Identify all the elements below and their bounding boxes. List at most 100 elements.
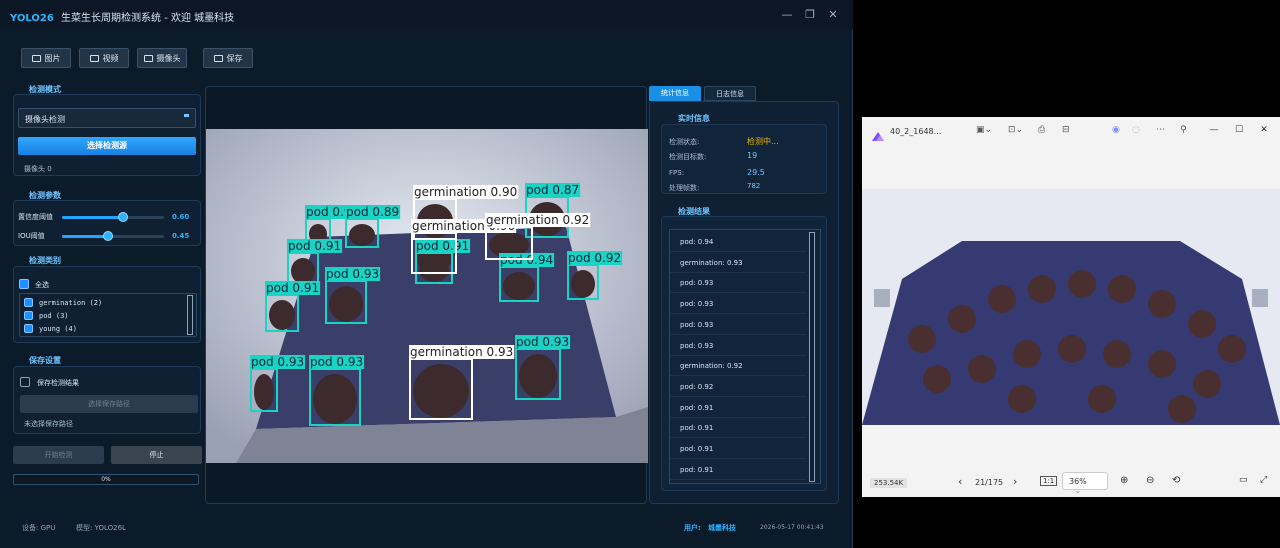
viewer-pod — [1108, 275, 1136, 303]
result-item[interactable]: pod: 0.91 — [670, 397, 806, 418]
iou-value: 0.45 — [172, 232, 190, 240]
detection-label: pod 0.87 — [526, 183, 579, 197]
iou-slider-handle[interactable] — [103, 231, 113, 241]
class-checkbox-pod[interactable] — [24, 311, 33, 320]
pod-well — [269, 300, 295, 330]
rotate-icon[interactable]: ⊡⌄ — [1008, 125, 1023, 135]
viewer-pod — [1103, 340, 1131, 368]
result-item[interactable]: germination: 0.93 — [670, 252, 806, 273]
image-icon — [31, 54, 41, 62]
share-icon[interactable]: ⊟ — [1062, 125, 1070, 135]
viewer-close-icon[interactable]: ✕ — [1257, 125, 1271, 135]
save-button[interactable]: 保存 — [203, 48, 253, 68]
sync-icon[interactable]: ◌ — [1132, 125, 1140, 135]
results-scrollbar[interactable] — [809, 232, 815, 482]
save-results-checkbox[interactable] — [20, 377, 30, 387]
zoom-out-icon[interactable]: ⊖ — [1146, 475, 1154, 486]
conf-slider-handle[interactable] — [118, 212, 128, 222]
detection-label: pod 0.91 — [266, 281, 319, 295]
detection-app-window: YOLO26 生菜生长周期检测系统 - 欢迎 城墨科技 — ❐ ✕ 图片 视频 … — [0, 0, 853, 548]
detection-label: pod 0.93 — [310, 355, 363, 369]
classes-section-title: 检测类别 — [29, 256, 61, 265]
zoom-in-icon[interactable]: ⊕ — [1120, 475, 1128, 486]
tab-stats[interactable]: 统计信息 — [649, 86, 701, 101]
open-icon[interactable]: ▣⌄ — [976, 125, 992, 135]
fullscreen-icon[interactable]: ▭ — [1239, 475, 1248, 485]
class-checkbox-germination[interactable] — [24, 298, 33, 307]
result-item[interactable]: pod: 0.93 — [670, 335, 806, 356]
detection-label: pod 0.93 — [251, 355, 304, 369]
viewer-next-icon[interactable]: › — [1013, 475, 1017, 488]
class-label-young: young (4) — [39, 325, 77, 333]
image-viewer-window: 40_2_1648... ▣⌄ ⊡⌄ ⎙ ⊟ ◉ ◌ ⋯ ⚲ — ☐ ✕ 253… — [862, 117, 1280, 497]
result-item[interactable]: pod: 0.91 — [670, 459, 806, 480]
detection-label: pod 0.92 — [568, 251, 621, 265]
stop-button[interactable]: 停止 — [111, 446, 202, 464]
user-name: 城墨科技 — [708, 524, 736, 532]
save-results-label: 保存检测结果 — [37, 379, 79, 387]
mode-select[interactable]: 摄像头检测 — [18, 108, 196, 128]
progress-bar: 0% — [13, 474, 199, 485]
more-icon[interactable]: ⋯ — [1156, 125, 1165, 135]
result-item[interactable]: pod: 0.93 — [670, 272, 806, 294]
viewer-pod — [1088, 385, 1116, 413]
fit-icon[interactable]: 1:1 — [1040, 476, 1058, 486]
viewer-pod — [1008, 385, 1036, 413]
progress-text: 0% — [101, 476, 111, 483]
video-icon — [89, 54, 99, 62]
pod-well — [313, 374, 357, 424]
minimize-icon[interactable]: — — [780, 8, 794, 21]
chevron-down-icon: ⌄ — [1075, 487, 1081, 495]
start-detection-button[interactable]: 开始检测 — [13, 446, 104, 464]
class-checkbox-young[interactable] — [24, 324, 33, 333]
model-status: 模型: YOLO26L — [76, 524, 126, 532]
zoom-select[interactable]: 36% ⌄ — [1062, 472, 1108, 495]
pod-well — [329, 286, 363, 322]
select-source-button[interactable]: 选择检测源 — [18, 137, 196, 155]
user-label: 用户: — [684, 524, 701, 532]
image-button[interactable]: 图片 — [21, 48, 71, 68]
pod-well — [503, 272, 535, 300]
class-list-scrollbar[interactable] — [187, 295, 193, 335]
detection-label: germination 0.93 — [410, 345, 513, 359]
viewer-pod — [1013, 340, 1041, 368]
pod-well — [413, 364, 469, 418]
result-item[interactable]: germination: 0.92 — [670, 355, 806, 377]
result-item[interactable]: pod: 0.94 — [670, 231, 806, 252]
close-icon[interactable]: ✕ — [826, 8, 840, 21]
pin-icon[interactable]: ⚲ — [1180, 125, 1187, 135]
viewer-pod — [1168, 395, 1196, 423]
fps-value: 29.5 — [747, 168, 765, 177]
select-all-checkbox[interactable] — [19, 279, 29, 289]
save-path-button[interactable]: 选择保存路径 — [20, 395, 198, 413]
frames-label: 处理帧数: — [669, 184, 700, 192]
result-item[interactable]: pod: 0.93 — [670, 293, 806, 315]
viewer-minimize-icon[interactable]: — — [1207, 125, 1221, 135]
viewer-maximize-icon[interactable]: ☐ — [1232, 125, 1246, 135]
tab-log[interactable]: 日志信息 — [704, 86, 756, 101]
rotate-image-icon[interactable]: ⟲ — [1172, 475, 1180, 486]
maximize-icon[interactable]: ❐ — [803, 8, 817, 21]
result-item[interactable]: pod: 0.92 — [670, 376, 806, 397]
viewer-pod — [908, 325, 936, 353]
device-status: 设备: GPU — [22, 524, 56, 532]
pod-well — [519, 354, 557, 398]
chevron-down-icon — [184, 114, 189, 117]
result-item[interactable]: pod: 0.91 — [670, 417, 806, 439]
camera-button[interactable]: 摄像头 — [137, 48, 187, 68]
expand-icon[interactable]: ⤢ — [1260, 475, 1267, 485]
result-item[interactable]: pod: 0.93 — [670, 314, 806, 335]
viewer-logo-icon — [872, 126, 884, 141]
viewer-prev-icon[interactable]: ‹ — [958, 475, 962, 488]
viewer-pod — [1148, 350, 1176, 378]
pod-well — [254, 374, 274, 410]
print-icon[interactable]: ⎙ — [1038, 125, 1045, 135]
avatar-icon[interactable]: ◉ — [1112, 125, 1120, 135]
viewer-pod — [923, 365, 951, 393]
result-item[interactable]: pod: 0.91 — [670, 438, 806, 459]
viewer-pod — [1028, 275, 1056, 303]
camera-icon — [143, 54, 153, 62]
conf-slider-fill — [62, 216, 123, 219]
detection-label: pod 0.91 — [416, 239, 469, 253]
video-button[interactable]: 视频 — [79, 48, 129, 68]
